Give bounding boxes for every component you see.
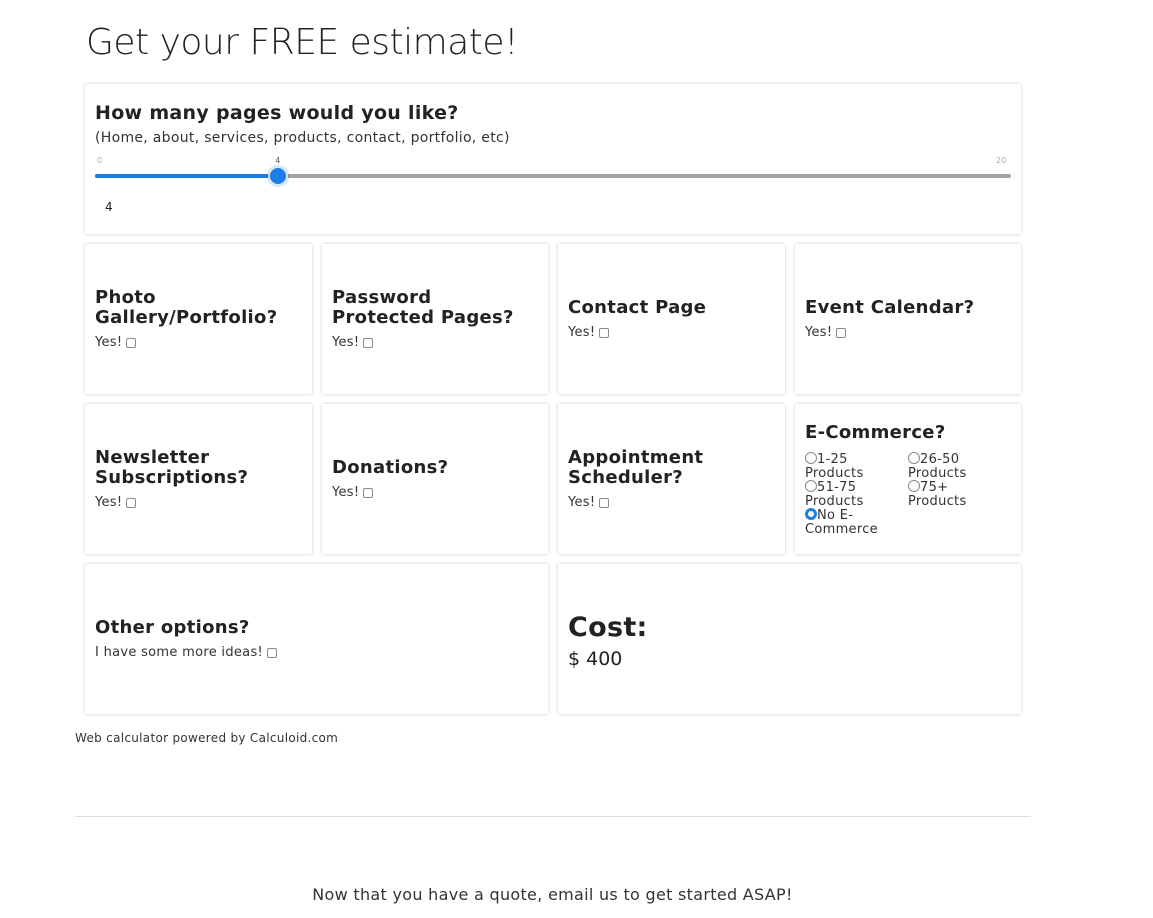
ecommerce-option-75-plus[interactable]: 75+ Products xyxy=(908,480,1008,509)
event-calendar-title: Event Calendar? xyxy=(805,297,975,318)
contact-option[interactable]: Yes! xyxy=(568,325,610,340)
newsletter-option[interactable]: Yes! xyxy=(95,495,137,510)
photo-gallery-card: Photo Gallery/Portfolio? Yes! xyxy=(85,244,312,394)
donations-title: Donations? xyxy=(332,457,449,478)
pages-card: How many pages would you like? (Home, ab… xyxy=(85,84,1021,234)
contact-label: Yes! xyxy=(568,325,596,340)
photo-gallery-title: Photo Gallery/Portfolio? xyxy=(95,287,278,328)
password-title: Password Protected Pages? xyxy=(332,287,514,328)
other-options-card: Other options? I have some more ideas! xyxy=(85,564,548,714)
password-label: Yes! xyxy=(332,335,360,350)
event-calendar-card: Event Calendar? Yes! xyxy=(795,244,1021,394)
slider-fill xyxy=(95,174,279,178)
appointment-option[interactable]: Yes! xyxy=(568,495,610,510)
divider xyxy=(75,816,1031,817)
page-title: Get your FREE estimate! xyxy=(86,22,519,63)
newsletter-checkbox[interactable] xyxy=(126,497,137,508)
photo-gallery-label: Yes! xyxy=(95,335,123,350)
event-calendar-label: Yes! xyxy=(805,325,833,340)
ecommerce-option-1-25[interactable]: 1-25 Products xyxy=(805,452,905,481)
contact-checkbox[interactable] xyxy=(599,327,610,338)
pages-hint: (Home, about, services, products, contac… xyxy=(95,130,510,146)
other-options-label: I have some more ideas! xyxy=(95,645,264,660)
contact-card: Contact Page Yes! xyxy=(558,244,785,394)
pages-question: How many pages would you like? xyxy=(95,102,459,124)
donations-option[interactable]: Yes! xyxy=(332,485,374,500)
slider-value-label: 4 xyxy=(275,156,281,165)
contact-title: Contact Page xyxy=(568,297,707,318)
other-options-option[interactable]: I have some more ideas! xyxy=(95,645,278,660)
radio-1-25[interactable] xyxy=(805,452,817,464)
appointment-label: Yes! xyxy=(568,495,596,510)
radio-51-75[interactable] xyxy=(805,480,817,492)
other-options-title: Other options? xyxy=(95,617,250,638)
appointment-title: Appointment Scheduler? xyxy=(568,447,704,488)
cost-title: Cost: xyxy=(568,612,648,643)
cta-text: Now that you have a quote, email us to g… xyxy=(312,885,793,904)
slider-min-label: 0 xyxy=(97,156,103,165)
cost-value: $ 400 xyxy=(568,648,623,670)
appointment-card: Appointment Scheduler? Yes! xyxy=(558,404,785,554)
photo-gallery-option[interactable]: Yes! xyxy=(95,335,137,350)
ecommerce-title: E-Commerce? xyxy=(805,422,946,443)
appointment-checkbox[interactable] xyxy=(599,497,610,508)
password-option[interactable]: Yes! xyxy=(332,335,374,350)
pages-value-display: 4 xyxy=(105,200,113,214)
donations-checkbox[interactable] xyxy=(363,487,374,498)
donations-card: Donations? Yes! xyxy=(322,404,548,554)
newsletter-label: Yes! xyxy=(95,495,123,510)
radio-26-50[interactable] xyxy=(908,452,920,464)
radio-no-ecommerce[interactable] xyxy=(805,508,817,520)
radio-75-plus[interactable] xyxy=(908,480,920,492)
ecommerce-card: E-Commerce? 1-25 Products 26-50 Products… xyxy=(795,404,1021,554)
slider-handle[interactable] xyxy=(268,166,289,186)
powered-by-text: Web calculator powered by Calculoid.com xyxy=(75,731,339,745)
slider-max-label: 20 xyxy=(996,156,1007,165)
photo-gallery-checkbox[interactable] xyxy=(126,337,137,348)
ecommerce-option-none[interactable]: No E-Commerce xyxy=(805,508,905,537)
password-checkbox[interactable] xyxy=(363,337,374,348)
pages-slider[interactable] xyxy=(95,166,1011,186)
donations-label: Yes! xyxy=(332,485,360,500)
newsletter-card: Newsletter Subscriptions? Yes! xyxy=(85,404,312,554)
event-calendar-checkbox[interactable] xyxy=(836,327,847,338)
password-card: Password Protected Pages? Yes! xyxy=(322,244,548,394)
newsletter-title: Newsletter Subscriptions? xyxy=(95,447,249,488)
ecommerce-option-51-75[interactable]: 51-75 Products xyxy=(805,480,905,509)
cost-card: Cost: $ 400 xyxy=(558,564,1021,714)
other-options-checkbox[interactable] xyxy=(267,647,278,658)
ecommerce-option-26-50[interactable]: 26-50 Products xyxy=(908,452,1008,481)
event-calendar-option[interactable]: Yes! xyxy=(805,325,847,340)
